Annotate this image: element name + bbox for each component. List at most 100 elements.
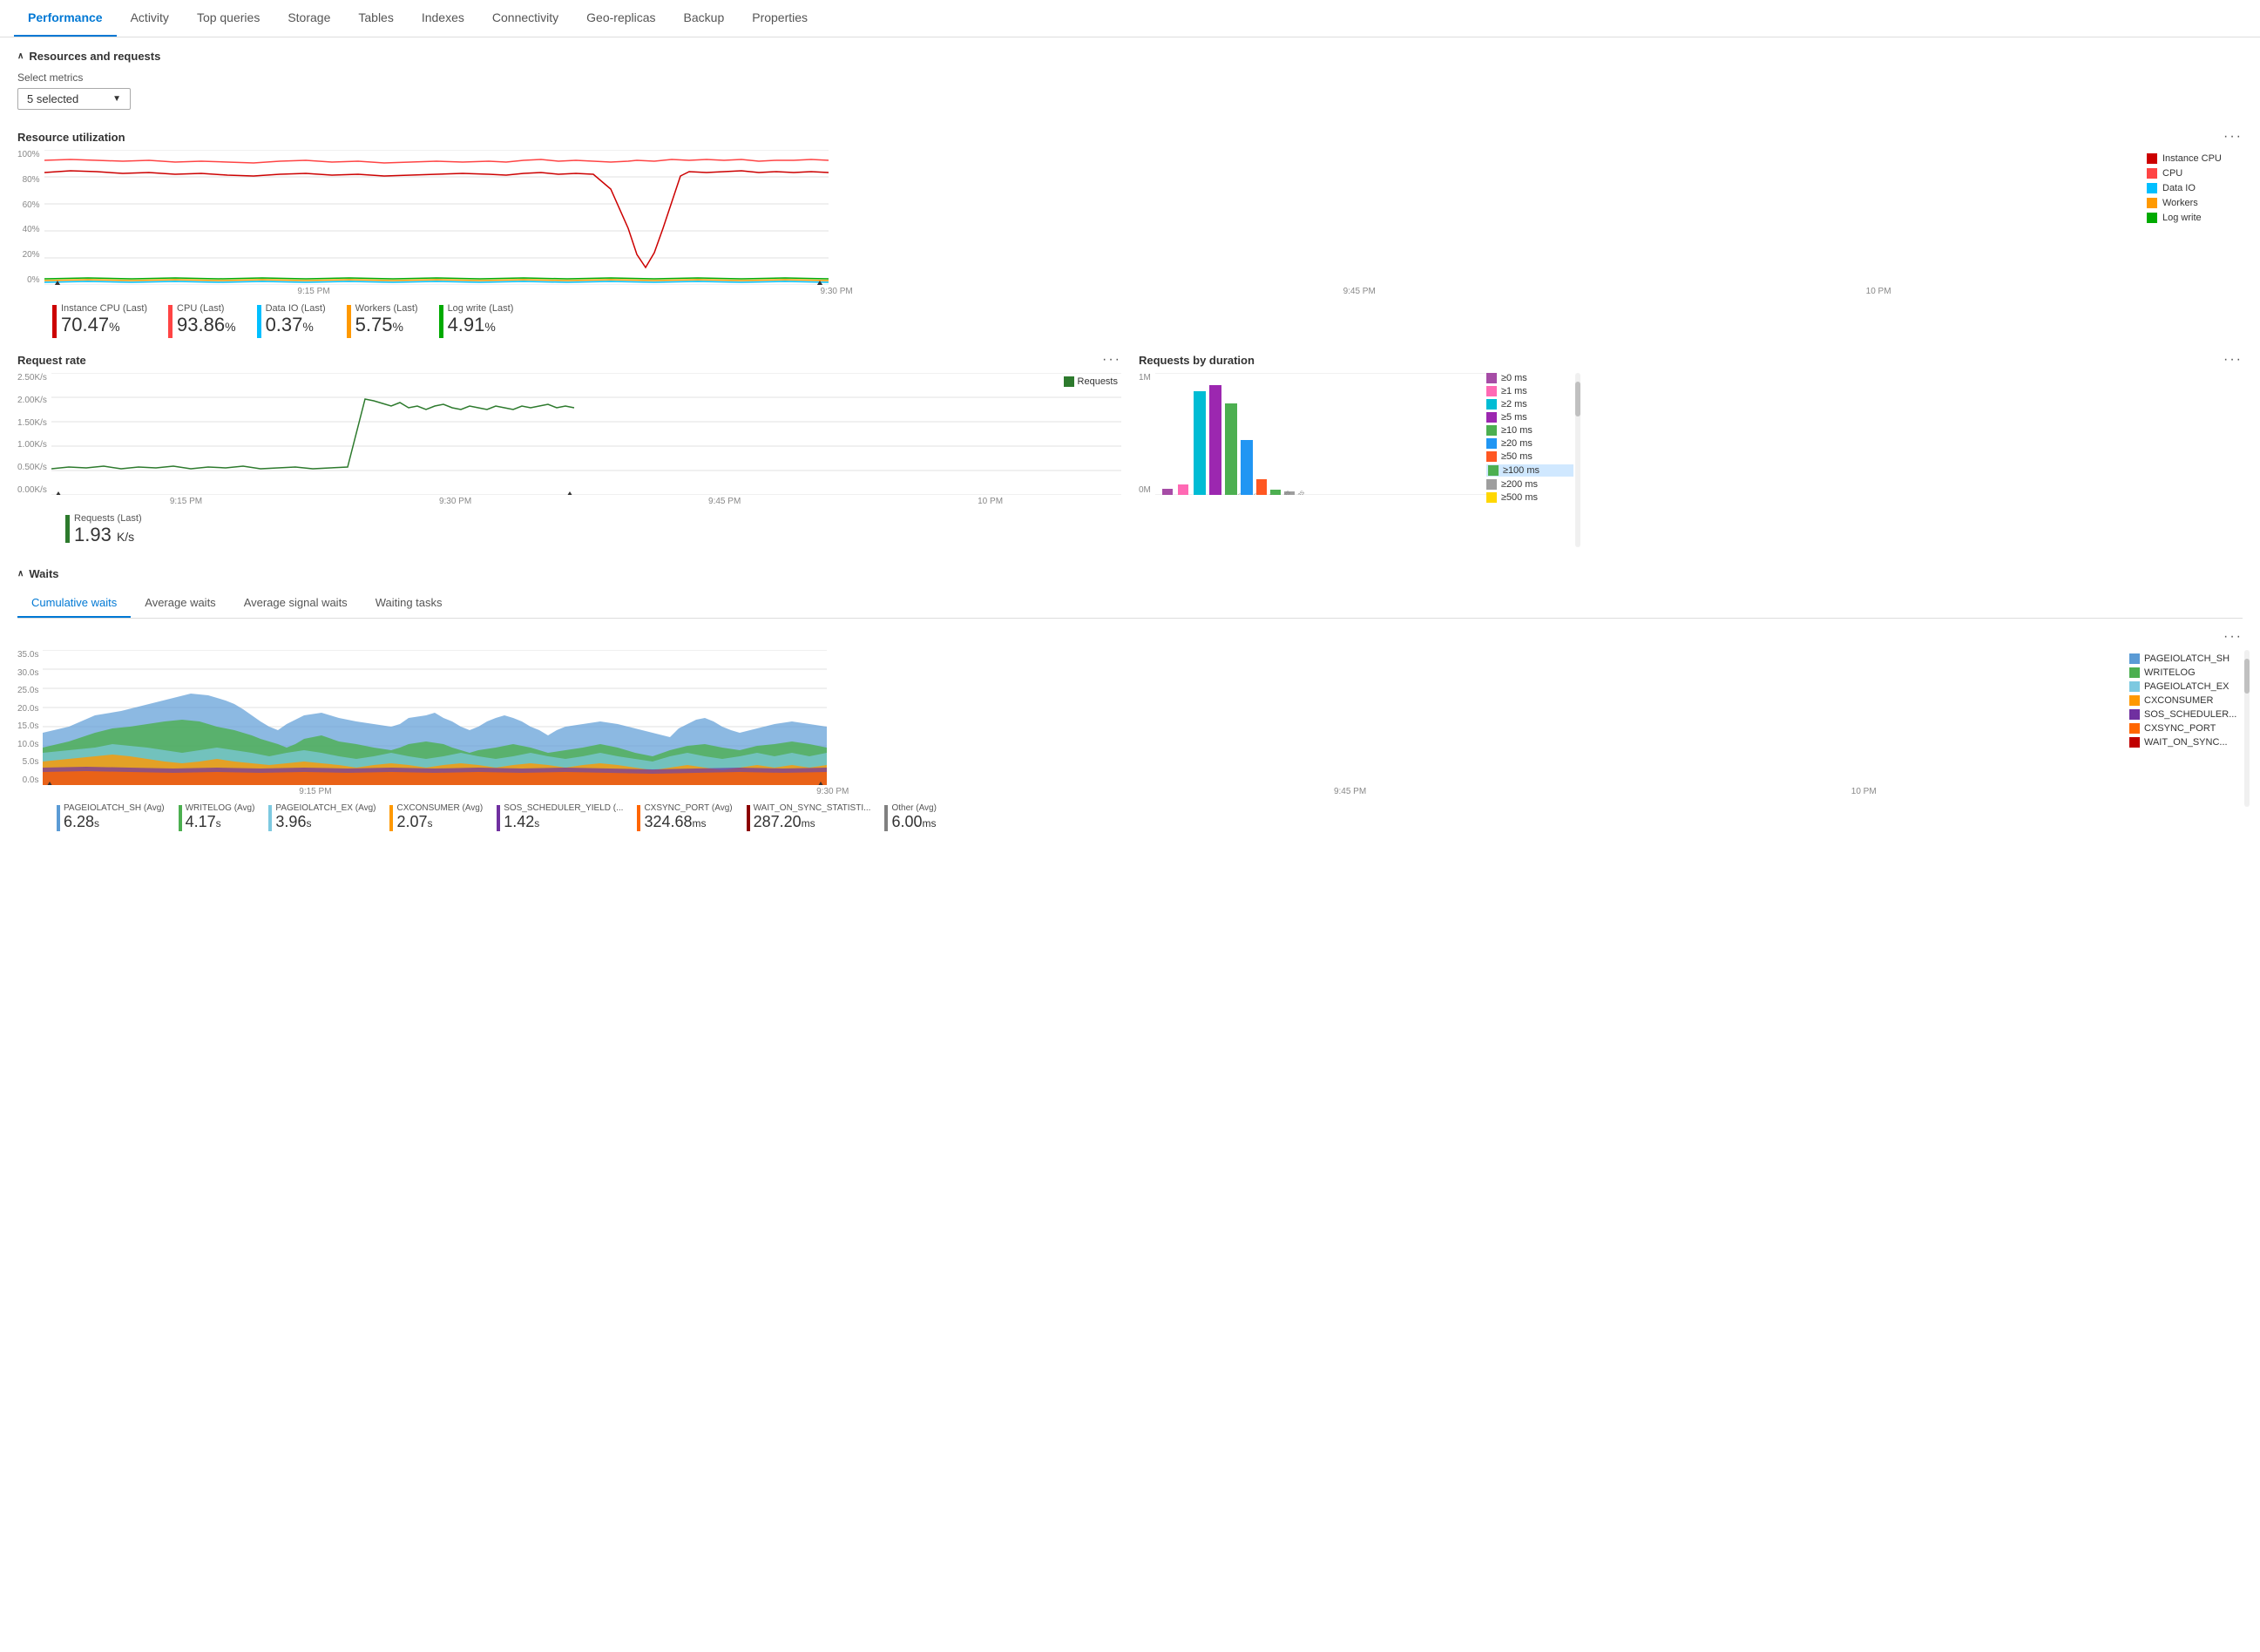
request-rate-y-axis: 2.50K/s 2.00K/s 1.50K/s 1.00K/s 0.50K/s … bbox=[17, 373, 51, 495]
request-rate-more[interactable]: ··· bbox=[1102, 352, 1121, 368]
metric-log-write-label: Log write (Last) bbox=[448, 303, 514, 314]
data-io-line bbox=[44, 281, 829, 282]
waits-y-axis: 35.0s 30.0s 25.0s 20.0s 15.0s 10.0s 5.0s… bbox=[17, 650, 43, 785]
request-rate-chart bbox=[51, 373, 1121, 495]
tab-tables[interactable]: Tables bbox=[344, 0, 407, 37]
tab-connectivity[interactable]: Connectivity bbox=[478, 0, 572, 37]
workers-line bbox=[44, 280, 829, 281]
cxsync-port-area bbox=[43, 771, 827, 785]
waits-legend-scrollbar[interactable] bbox=[2244, 650, 2250, 807]
select-metrics-dropdown[interactable]: 5 selected ▼ bbox=[17, 88, 131, 110]
request-rate-metric-label: Requests (Last) bbox=[74, 513, 142, 524]
metric-cpu-label: CPU (Last) bbox=[177, 303, 236, 314]
metric-instance-cpu-value: 70.47% bbox=[61, 314, 147, 336]
tab-activity[interactable]: Activity bbox=[117, 0, 183, 37]
request-rate-metric: Requests (Last) 1.93 K/s bbox=[65, 513, 1121, 546]
waits-header[interactable]: ∧ Waits bbox=[17, 567, 2243, 580]
duration-legend: ≥0 ms ≥1 ms ≥2 ms ≥5 ms ≥10 ms ≥20 ms ≥5… bbox=[1486, 373, 1573, 503]
metric-data-io-label: Data IO (Last) bbox=[266, 303, 326, 314]
metric-instance-cpu: Instance CPU (Last) 70.47% bbox=[52, 303, 147, 338]
resource-y-axis: 100% 80% 60% 40% 20% 0% bbox=[17, 150, 44, 285]
tab-storage[interactable]: Storage bbox=[274, 0, 344, 37]
resources-section: ∧ Resources and requests Select metrics … bbox=[17, 50, 2243, 122]
waits-metric-pageiolatch-ex: PAGEIOLATCH_EX (Avg) 3.96s bbox=[268, 803, 376, 831]
requests-by-duration-header: Requests by duration ··· bbox=[1139, 352, 2243, 368]
tab-geo-replicas[interactable]: Geo-replicas bbox=[572, 0, 669, 37]
requests-line bbox=[51, 399, 574, 469]
waits-metric-sos-scheduler: SOS_SCHEDULER_YIELD (... 1.42s bbox=[497, 803, 623, 831]
resource-chart-area: 100% 80% 60% 40% 20% 0% bbox=[17, 150, 2136, 296]
request-rate-section: Request rate ··· 2.50K/s 2.00K/s 1.50K/s… bbox=[17, 352, 1121, 546]
waits-metric-wait-on-sync: WAIT_ON_SYNC_STATISTI... 287.20ms bbox=[747, 803, 871, 831]
metric-workers-value: 5.75% bbox=[355, 314, 418, 336]
waits-metric-writelog: WRITELOG (Avg) 4.17s bbox=[179, 803, 255, 831]
resources-header[interactable]: ∧ Resources and requests bbox=[17, 50, 2243, 63]
waits-chart-more[interactable]: ··· bbox=[2223, 629, 2243, 645]
resource-legend: Instance CPU CPU Data IO Workers Log wri… bbox=[2147, 150, 2243, 296]
request-rate-x-axis: 9:15 PM 9:30 PM 9:45 PM 10 PM bbox=[51, 497, 1121, 506]
resource-chart-wrapper: 100% 80% 60% 40% 20% 0% bbox=[17, 150, 2243, 296]
legend-data-io: Data IO bbox=[2147, 183, 2243, 193]
request-rate-metric-value: 1.93 K/s bbox=[74, 524, 142, 546]
resource-utilization-header: Resource utilization ··· bbox=[17, 129, 2243, 145]
resource-utilization-title: Resource utilization bbox=[17, 131, 125, 144]
waits-metric-pageiolatch-sh: PAGEIOLATCH_SH (Avg) 6.28s bbox=[57, 803, 165, 831]
chevron-down-icon: ∧ bbox=[17, 51, 24, 61]
resource-metric-values: Instance CPU (Last) 70.47% CPU (Last) 93… bbox=[52, 303, 2243, 338]
waits-section: ∧ Waits Cumulative waits Average waits A… bbox=[17, 567, 2243, 831]
resource-x-axis: 9:15 PM 9:30 PM 9:45 PM 10 PM bbox=[52, 287, 2136, 296]
waits-x-axis: 9:15 PM 9:30 PM 9:45 PM 10 PM bbox=[57, 787, 2119, 796]
duration-y-axis: 1M 0M bbox=[1139, 373, 1155, 495]
tab-properties[interactable]: Properties bbox=[738, 0, 822, 37]
legend-workers: Workers bbox=[2147, 198, 2243, 208]
tab-average-waits[interactable]: Average waits bbox=[131, 589, 229, 618]
two-col-charts: Request rate ··· 2.50K/s 2.00K/s 1.50K/s… bbox=[17, 352, 2243, 546]
requests-by-duration-title: Requests by duration bbox=[1139, 354, 1255, 367]
waits-title: Waits bbox=[29, 567, 58, 580]
tab-top-queries[interactable]: Top queries bbox=[183, 0, 274, 37]
waits-tabs: Cumulative waits Average waits Average s… bbox=[17, 589, 2243, 619]
metric-log-write-value: 4.91% bbox=[448, 314, 514, 336]
log-write-line bbox=[44, 278, 829, 279]
tab-backup[interactable]: Backup bbox=[670, 0, 739, 37]
metric-cpu-value: 93.86% bbox=[177, 314, 236, 336]
select-metrics-value: 5 selected bbox=[27, 92, 78, 105]
waits-chevron-icon: ∧ bbox=[17, 569, 24, 579]
tab-waiting-tasks[interactable]: Waiting tasks bbox=[362, 589, 457, 618]
resource-utilization-more[interactable]: ··· bbox=[2223, 129, 2243, 145]
requests-by-duration-more[interactable]: ··· bbox=[2223, 352, 2243, 368]
request-rate-title: Request rate bbox=[17, 354, 86, 367]
waits-metric-cxconsumer: CXCONSUMER (Avg) 2.07s bbox=[389, 803, 483, 831]
tab-performance[interactable]: Performance bbox=[14, 0, 117, 37]
metric-cpu: CPU (Last) 93.86% bbox=[168, 303, 236, 338]
metric-data-io-value: 0.37% bbox=[266, 314, 326, 336]
waits-area-chart bbox=[43, 650, 827, 785]
instance-cpu-line bbox=[44, 171, 829, 267]
waits-metric-cxsync-port: CXSYNC_PORT (Avg) 324.68ms bbox=[637, 803, 732, 831]
metric-log-write: Log write (Last) 4.91% bbox=[439, 303, 514, 338]
resources-title: Resources and requests bbox=[29, 50, 160, 63]
legend-instance-cpu: Instance CPU bbox=[2147, 153, 2243, 164]
legend-log-write: Log write bbox=[2147, 213, 2243, 223]
metric-workers-label: Workers (Last) bbox=[355, 303, 418, 314]
request-rate-header: Request rate ··· bbox=[17, 352, 1121, 368]
main-content: ∧ Resources and requests Select metrics … bbox=[0, 37, 2260, 857]
dropdown-chevron-icon: ▼ bbox=[112, 94, 121, 104]
tab-cumulative-waits[interactable]: Cumulative waits bbox=[17, 589, 131, 618]
request-rate-legend-label: Requests bbox=[1078, 376, 1118, 387]
waits-chart-wrapper: 35.0s 30.0s 25.0s 20.0s 15.0s 10.0s 5.0s… bbox=[17, 650, 2243, 796]
duration-legend-scrollbar[interactable] bbox=[1575, 373, 1580, 547]
tab-average-signal-waits[interactable]: Average signal waits bbox=[230, 589, 362, 618]
requests-by-duration-section: Requests by duration ··· 1M 0M bbox=[1139, 352, 2243, 546]
tab-indexes[interactable]: Indexes bbox=[408, 0, 478, 37]
metric-instance-cpu-label: Instance CPU (Last) bbox=[61, 303, 147, 314]
waits-metric-values: PAGEIOLATCH_SH (Avg) 6.28s WRITELOG (Avg… bbox=[57, 803, 2243, 831]
resource-utilization-section: Resource utilization ··· 100% 80% 60% 40… bbox=[17, 129, 2243, 338]
tabs-bar: Performance Activity Top queries Storage… bbox=[0, 0, 2260, 37]
metric-data-io: Data IO (Last) 0.37% bbox=[257, 303, 326, 338]
select-metrics-label: Select metrics bbox=[17, 71, 2243, 84]
legend-cpu: CPU bbox=[2147, 168, 2243, 179]
cpu-line bbox=[44, 159, 829, 163]
resource-utilization-chart bbox=[44, 150, 2136, 285]
duration-bar-chart: ≥0 ms ≥1 ms ≥2 ms ≥5 ms ≥10 ms ≥20 ms ≥5… bbox=[1155, 373, 1486, 495]
